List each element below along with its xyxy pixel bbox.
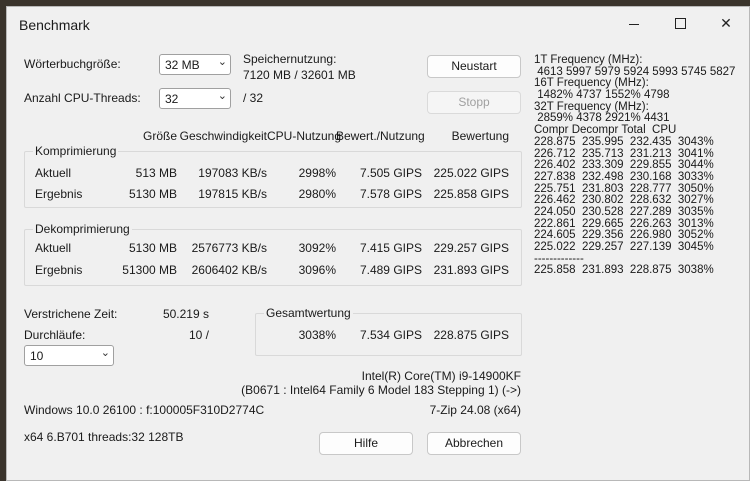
compress-current-rpu: 7.505 GIPS: [359, 166, 422, 180]
frequency-log-line: 225.022 229.257 227.139 3045%: [534, 241, 714, 253]
decompression-group: Dekomprimierung: [24, 222, 522, 286]
decompress-current-rating: 229.257 GIPS: [433, 241, 509, 255]
decompression-title: Dekomprimierung: [33, 222, 132, 236]
title-bar: Benchmark ✕: [7, 7, 749, 41]
elapsed-value: 50.219 s: [162, 307, 209, 321]
decompress-current-speed: 2576773 KB/s: [191, 241, 267, 255]
passes-value: 10 /: [188, 328, 209, 342]
compress-result-cpu: 2980%: [298, 187, 336, 201]
minimize-icon: [629, 24, 639, 25]
dict-size-value: 32 MB: [165, 58, 200, 72]
compress-result-label: Ergebnis: [35, 187, 83, 201]
arch-info: x64 6.B701 threads:32 128TB: [24, 430, 184, 444]
frequency-log-line: 225.858 231.893 228.875 3038%: [534, 264, 714, 277]
window-title: Benchmark: [19, 17, 90, 33]
compress-current-rating: 225.022 GIPS: [433, 166, 509, 180]
column-rating-per-usage: Bewert./Nutzung: [336, 129, 425, 143]
column-size: Größe: [142, 129, 177, 143]
decompress-result-size: 51300 MB: [122, 263, 177, 277]
compress-result-speed: 197815 KB/s: [198, 187, 267, 201]
compress-current-label: Aktuell: [35, 166, 72, 180]
total-rating-title: Gesamtwertung: [264, 306, 353, 320]
frequency-log-line: 224.050 230.528 227.289 3035%: [534, 205, 714, 218]
compress-current-size: 513 MB: [135, 166, 177, 180]
decompress-current-rpu: 7.415 GIPS: [359, 241, 422, 255]
frequency-log-line: 1482% 4737 1552% 4798: [534, 89, 670, 102]
cancel-button[interactable]: Abbrechen: [427, 432, 521, 455]
help-button[interactable]: Hilfe: [319, 432, 413, 455]
column-rating: Bewertung: [451, 129, 509, 143]
decompress-result-rpu: 7.489 GIPS: [359, 263, 422, 277]
decompress-current-size: 5130 MB: [128, 241, 177, 255]
total-cpu: 3038%: [298, 328, 336, 342]
dict-size-select[interactable]: 32 MB ⌄: [159, 54, 231, 75]
benchmark-window: Benchmark ✕ Wörterbuchgröße: 32 MB ⌄ Anz…: [6, 6, 750, 481]
frequency-log-line: 228.875 235.995 232.435 3043%: [534, 135, 714, 148]
maximize-button[interactable]: [657, 7, 703, 41]
compress-result-rating: 225.858 GIPS: [433, 187, 509, 201]
frequency-log-line: 227.838 232.498 230.168 3033%: [534, 170, 714, 183]
memory-label: Speichernutzung:: [243, 52, 337, 66]
close-button[interactable]: ✕: [703, 7, 749, 41]
elapsed-label: Verstrichene Zeit:: [24, 307, 118, 321]
decompress-result-speed: 2606402 KB/s: [191, 263, 267, 277]
passes-select[interactable]: 10 ⌄: [24, 345, 114, 366]
os-info: Windows 10.0 26100 : f:100005F310D2774C: [24, 403, 265, 417]
compress-result-size: 5130 MB: [128, 187, 177, 201]
total-rating: 228.875 GIPS: [433, 328, 509, 342]
passes-select-value: 10: [30, 349, 44, 363]
cpu-detail[interactable]: (B0671 : Intel64 Family 6 Model 183 Step…: [207, 383, 521, 397]
compress-current-cpu: 2998%: [298, 166, 336, 180]
decompress-current-cpu: 3092%: [298, 241, 336, 255]
chevron-down-icon: ⌄: [217, 56, 227, 68]
threads-value: 32: [165, 92, 179, 106]
column-speed: Geschwindigkeit: [179, 129, 267, 143]
threads-label: Anzahl CPU-Threads:: [24, 91, 141, 105]
compress-result-rpu: 7.578 GIPS: [359, 187, 422, 201]
restart-button[interactable]: Neustart: [427, 55, 521, 78]
decompress-result-label: Ergebnis: [35, 263, 83, 277]
frequency-log: 1T Frequency (MHz): 4613 5997 5979 5924 …: [534, 54, 735, 277]
cpu-name: Intel(R) Core(TM) i9-14900KF: [361, 369, 521, 383]
passes-label: Durchläufe:: [24, 328, 86, 342]
compression-title: Komprimierung: [33, 144, 119, 158]
decompress-current-label: Aktuell: [35, 241, 72, 255]
stop-button[interactable]: Stopp: [427, 91, 521, 114]
minimize-button[interactable]: [611, 7, 657, 41]
decompress-result-cpu: 3096%: [298, 263, 336, 277]
threads-max: / 32: [243, 91, 264, 105]
close-icon: ✕: [720, 15, 732, 31]
dict-size-label: Wörterbuchgröße:: [24, 57, 121, 71]
maximize-icon: [675, 18, 686, 29]
threads-select[interactable]: 32 ⌄: [159, 88, 231, 109]
version-info: 7-Zip 24.08 (x64): [429, 403, 521, 417]
frequency-log-line: 1T Frequency (MHz):: [534, 54, 643, 66]
chevron-down-icon: ⌄: [100, 347, 110, 359]
chevron-down-icon: ⌄: [217, 90, 227, 102]
decompress-result-rating: 231.893 GIPS: [433, 263, 509, 277]
compress-current-speed: 197083 KB/s: [198, 166, 267, 180]
total-rpu: 7.534 GIPS: [359, 328, 422, 342]
column-cpu: CPU-Nutzung: [267, 129, 342, 143]
memory-value: 7120 MB / 32601 MB: [243, 68, 356, 82]
